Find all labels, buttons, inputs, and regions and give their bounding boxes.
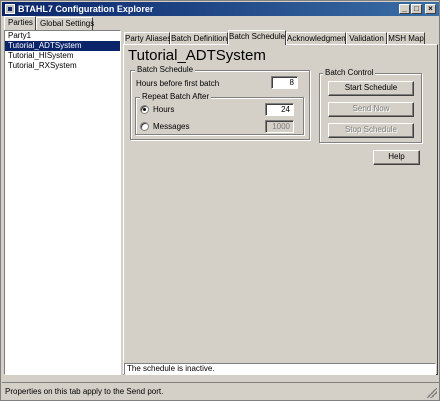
hours-before-field[interactable]: 8 bbox=[271, 76, 298, 89]
schedule-status-message: The schedule is inactive. bbox=[124, 363, 436, 375]
parties-list[interactable]: Party1 Tutorial_ADTSystem Tutorial_HISys… bbox=[4, 30, 121, 375]
list-item[interactable]: Tutorial_ADTSystem bbox=[5, 41, 120, 51]
tab-global-settings[interactable]: Global Settings bbox=[36, 17, 94, 30]
app-icon bbox=[5, 4, 15, 14]
batch-control-group-label: Batch Control bbox=[323, 68, 376, 77]
list-item[interactable]: Party1 bbox=[5, 31, 120, 41]
status-bar-text: Properties on this tab apply to the Send… bbox=[5, 387, 164, 396]
hours-repeat-field[interactable]: 24 bbox=[265, 103, 294, 116]
maximize-button[interactable]: □ bbox=[411, 4, 422, 14]
messages-radio[interactable] bbox=[140, 122, 149, 131]
status-bar: Properties on this tab apply to the Send… bbox=[2, 382, 439, 400]
minimize-button[interactable]: _ bbox=[399, 4, 410, 14]
resize-grip-icon[interactable] bbox=[427, 388, 437, 398]
help-button[interactable]: Help bbox=[373, 150, 420, 165]
tab-parties[interactable]: Parties bbox=[4, 16, 36, 30]
hours-radio-label[interactable]: Hours bbox=[153, 105, 174, 115]
batch-schedule-group-label: Batch Schedule bbox=[135, 65, 196, 74]
start-schedule-button[interactable]: Start Schedule bbox=[328, 81, 414, 96]
stop-schedule-button: Stop Schedule bbox=[328, 123, 414, 138]
list-item[interactable]: Tutorial_RXSystem bbox=[5, 61, 120, 71]
right-tab-strip: Party Aliases Batch Definition Batch Sch… bbox=[124, 30, 438, 45]
page-title: Tutorial_ADTSystem bbox=[128, 47, 266, 64]
title-bar[interactable]: BTAHL7 Configuration Explorer _ □ × bbox=[2, 2, 439, 16]
tab-batch-schedule[interactable]: Batch Schedule bbox=[228, 30, 286, 45]
send-now-button: Send Now bbox=[328, 102, 414, 117]
hours-radio[interactable] bbox=[140, 105, 149, 114]
main-window: BTAHL7 Configuration Explorer _ □ × Part… bbox=[0, 0, 440, 401]
window-title: BTAHL7 Configuration Explorer bbox=[18, 4, 154, 14]
messages-radio-label[interactable]: Messages bbox=[153, 122, 189, 132]
list-item[interactable]: Tutorial_HISystem bbox=[5, 51, 120, 61]
repeat-batch-group-label: Repeat Batch After bbox=[140, 92, 212, 101]
close-button[interactable]: × bbox=[425, 4, 436, 14]
hours-before-label: Hours before first batch bbox=[136, 79, 220, 88]
messages-repeat-field: 1000 bbox=[265, 120, 294, 133]
